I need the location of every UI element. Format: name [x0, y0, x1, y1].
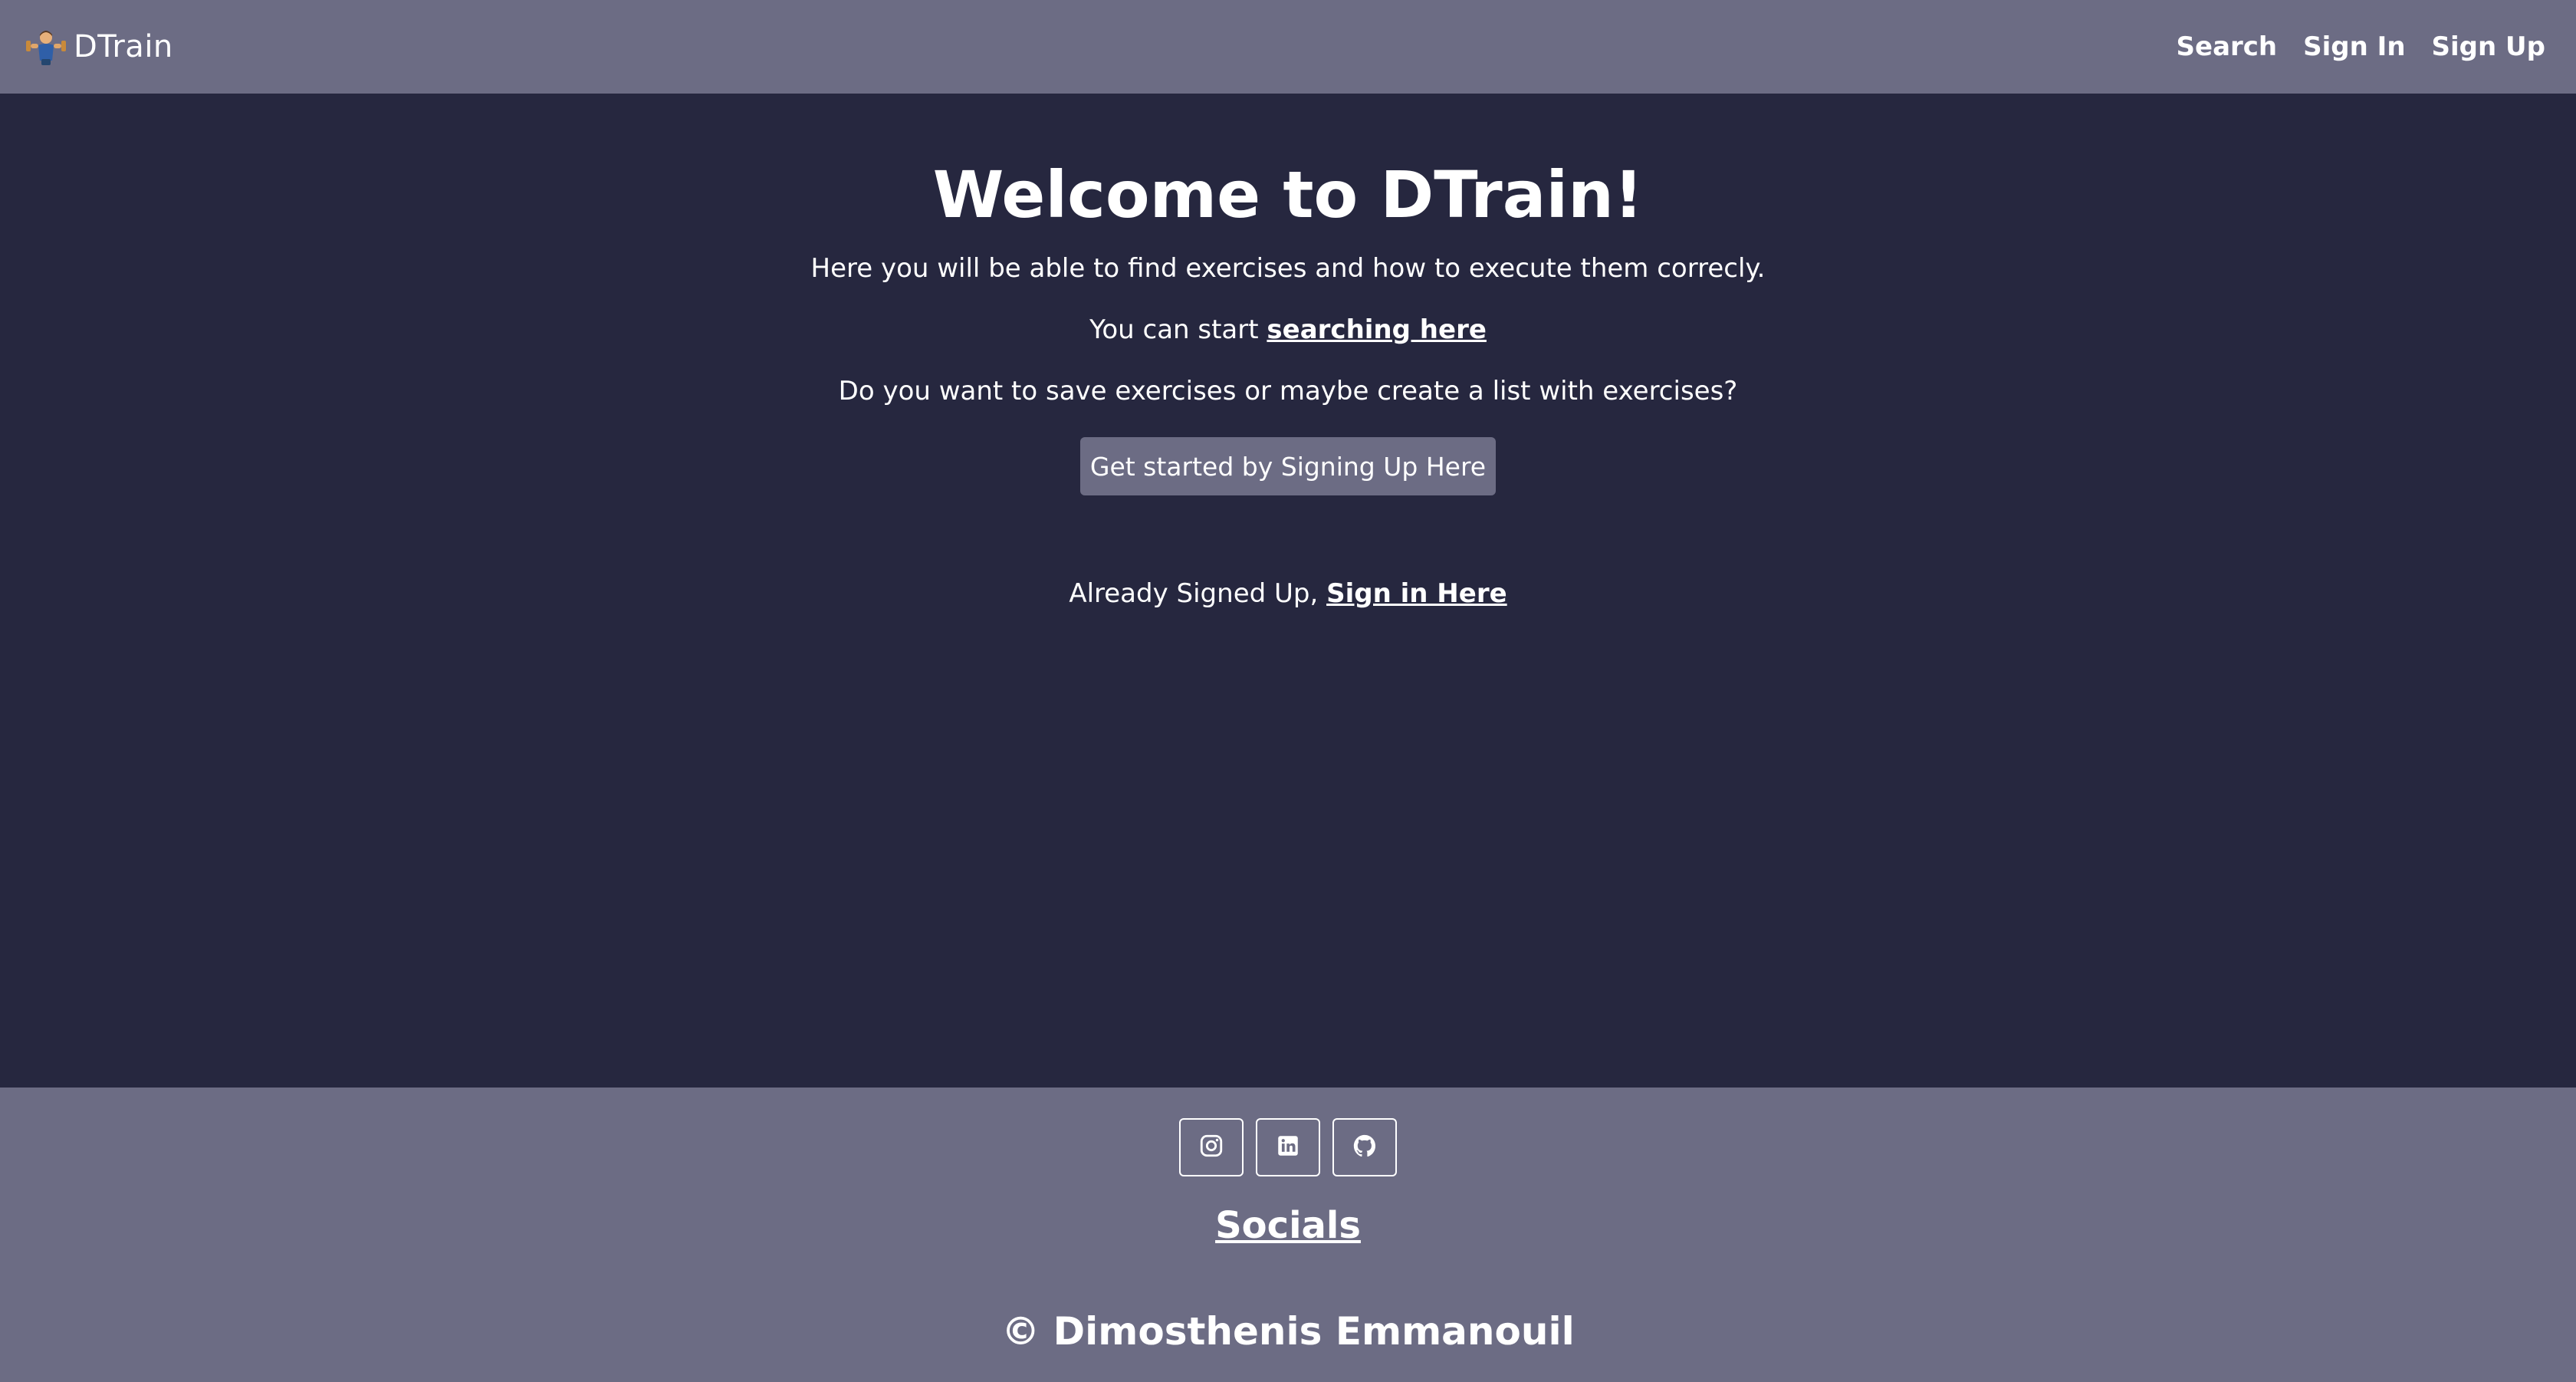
cta-wrapper: Get started by Signing Up Here — [0, 437, 2576, 495]
linkedin-button[interactable] — [1256, 1118, 1320, 1176]
nav-link-search[interactable]: Search — [2177, 31, 2278, 62]
github-icon — [1352, 1133, 1378, 1162]
nav-link-sign-up[interactable]: Sign Up — [2432, 31, 2545, 62]
socials-heading: Socials — [0, 1204, 2576, 1249]
footer: Socials © Dimosthenis Emmanouil — [0, 1088, 2576, 1382]
instagram-icon — [1198, 1133, 1224, 1162]
searching-here-link[interactable]: searching here — [1267, 314, 1487, 345]
navbar: DTrain Search Sign In Sign Up — [0, 0, 2576, 94]
linkedin-icon — [1275, 1133, 1301, 1162]
search-prompt: You can start searching here — [0, 314, 2576, 346]
signin-prompt-prefix: Already Signed Up, — [1069, 578, 1319, 609]
get-started-signup-button[interactable]: Get started by Signing Up Here — [1080, 437, 1496, 495]
signin-prompt: Already Signed Up, Sign in Here — [0, 578, 2576, 610]
socials-link[interactable]: Socials — [1215, 1204, 1361, 1247]
brand-name: DTrain — [74, 29, 173, 64]
search-prompt-prefix: You can start — [1089, 314, 1259, 345]
brand-link[interactable]: DTrain — [25, 25, 173, 68]
social-icons-row — [0, 1118, 2576, 1176]
intro-text: Here you will be able to find exercises … — [810, 253, 1766, 284]
copyright-text: © Dimosthenis Emmanouil — [1001, 1309, 1575, 1354]
main-content: Welcome to DTrain! Here you will be able… — [0, 94, 2576, 1088]
sign-in-here-link[interactable]: Sign in Here — [1326, 578, 1507, 609]
save-question-text: Do you want to save exercises or maybe c… — [838, 376, 1738, 406]
page-title: Welcome to DTrain! — [932, 157, 1644, 232]
instagram-button[interactable] — [1179, 1118, 1244, 1176]
nav-link-sign-in[interactable]: Sign In — [2303, 31, 2405, 62]
nav-links: Search Sign In Sign Up — [2177, 31, 2545, 62]
github-button[interactable] — [1332, 1118, 1397, 1176]
weightlifter-logo-icon — [25, 25, 67, 68]
